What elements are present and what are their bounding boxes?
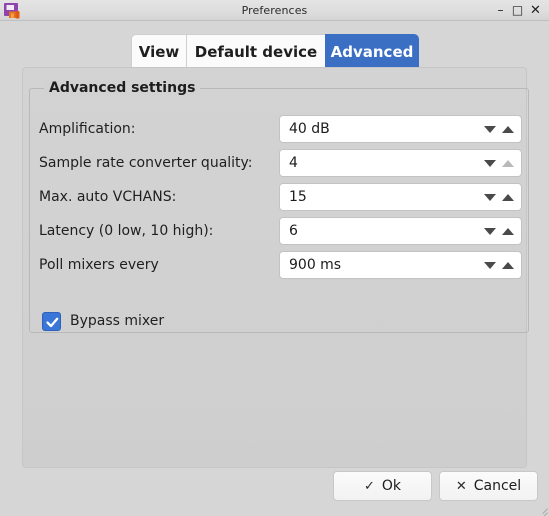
ok-button[interactable]: ✓ Ok — [333, 471, 432, 501]
tab-bar: View Default device Advanced — [0, 34, 549, 68]
chevron-down-icon[interactable] — [484, 261, 496, 269]
groupbox-title: Advanced settings — [44, 80, 201, 96]
setting-row-poll-mixers-every: Poll mixers every 900 ms — [30, 251, 530, 279]
bypass-mixer-label: Bypass mixer — [70, 313, 165, 329]
window-title: Preferences — [241, 4, 308, 17]
spinbox-latency-arrows — [484, 218, 514, 244]
chevron-down-icon[interactable] — [484, 159, 496, 167]
spinbox-poll-mixers-every-value: 900 ms — [289, 257, 342, 273]
spinbox-max-auto-vchans-value: 15 — [289, 189, 307, 205]
chevron-down-icon[interactable] — [484, 193, 496, 201]
spinbox-sample-rate-converter-quality-arrows — [484, 150, 514, 176]
setting-row-max-auto-vchans: Max. auto VCHANS: 15 — [30, 183, 530, 211]
resize-grip[interactable] — [534, 501, 548, 516]
preferences-window: Preferences – □ ✕ View Default device Ad… — [0, 0, 549, 516]
label-amplification: Amplification: — [39, 121, 136, 137]
spinbox-poll-mixers-every-arrows — [484, 252, 514, 278]
label-sample-rate-converter-quality: Sample rate converter quality: — [39, 155, 253, 171]
spinbox-amplification-value: 40 dB — [289, 121, 330, 137]
chevron-up-icon — [502, 159, 514, 167]
advanced-settings-groupbox: Advanced settings Amplification: 40 dB S… — [29, 80, 530, 333]
setting-row-amplification: Amplification: 40 dB — [30, 115, 530, 143]
close-icon[interactable]: ✕ — [527, 0, 544, 21]
chevron-up-icon[interactable] — [502, 227, 514, 235]
setting-row-latency: Latency (0 low, 10 high): 6 — [30, 217, 530, 245]
minimize-icon[interactable]: – — [492, 0, 509, 21]
spinbox-sample-rate-converter-quality[interactable]: 4 — [279, 149, 522, 177]
chevron-down-icon[interactable] — [484, 125, 496, 133]
setting-row-sample-rate-converter-quality: Sample rate converter quality: 4 — [30, 149, 530, 177]
check-icon: ✓ — [363, 478, 375, 494]
cancel-button-label: Cancel — [473, 478, 522, 494]
chevron-up-icon[interactable] — [502, 125, 514, 133]
chevron-down-icon[interactable] — [484, 227, 496, 235]
ok-button-label: Ok — [381, 478, 402, 494]
label-max-auto-vchans: Max. auto VCHANS: — [39, 189, 177, 205]
spinbox-amplification[interactable]: 40 dB — [279, 115, 522, 143]
spinbox-sample-rate-converter-quality-value: 4 — [289, 155, 298, 171]
spinbox-max-auto-vchans[interactable]: 15 — [279, 183, 522, 211]
bypass-mixer-checkbox[interactable] — [42, 312, 61, 331]
tab-page-advanced: Advanced settings Amplification: 40 dB S… — [22, 67, 530, 468]
spinbox-amplification-arrows — [484, 116, 514, 142]
spinbox-latency[interactable]: 6 — [279, 217, 522, 245]
window-titlebar[interactable]: Preferences – □ ✕ — [0, 0, 549, 21]
chevron-up-icon[interactable] — [502, 261, 514, 269]
close-icon: ✕ — [455, 478, 467, 494]
chevron-up-icon[interactable] — [502, 193, 514, 201]
tab-view[interactable]: View — [131, 34, 186, 68]
spinbox-max-auto-vchans-arrows — [484, 184, 514, 210]
tab-default-device[interactable]: Default device — [186, 34, 325, 68]
tab-advanced[interactable]: Advanced — [325, 34, 419, 68]
label-poll-mixers-every: Poll mixers every — [39, 257, 159, 273]
spinbox-poll-mixers-every[interactable]: 900 ms — [279, 251, 522, 279]
check-icon — [46, 317, 59, 328]
cancel-button[interactable]: ✕ Cancel — [439, 471, 538, 501]
spinbox-latency-value: 6 — [289, 223, 298, 239]
maximize-icon[interactable]: □ — [509, 0, 526, 21]
label-latency: Latency (0 low, 10 high): — [39, 223, 214, 239]
